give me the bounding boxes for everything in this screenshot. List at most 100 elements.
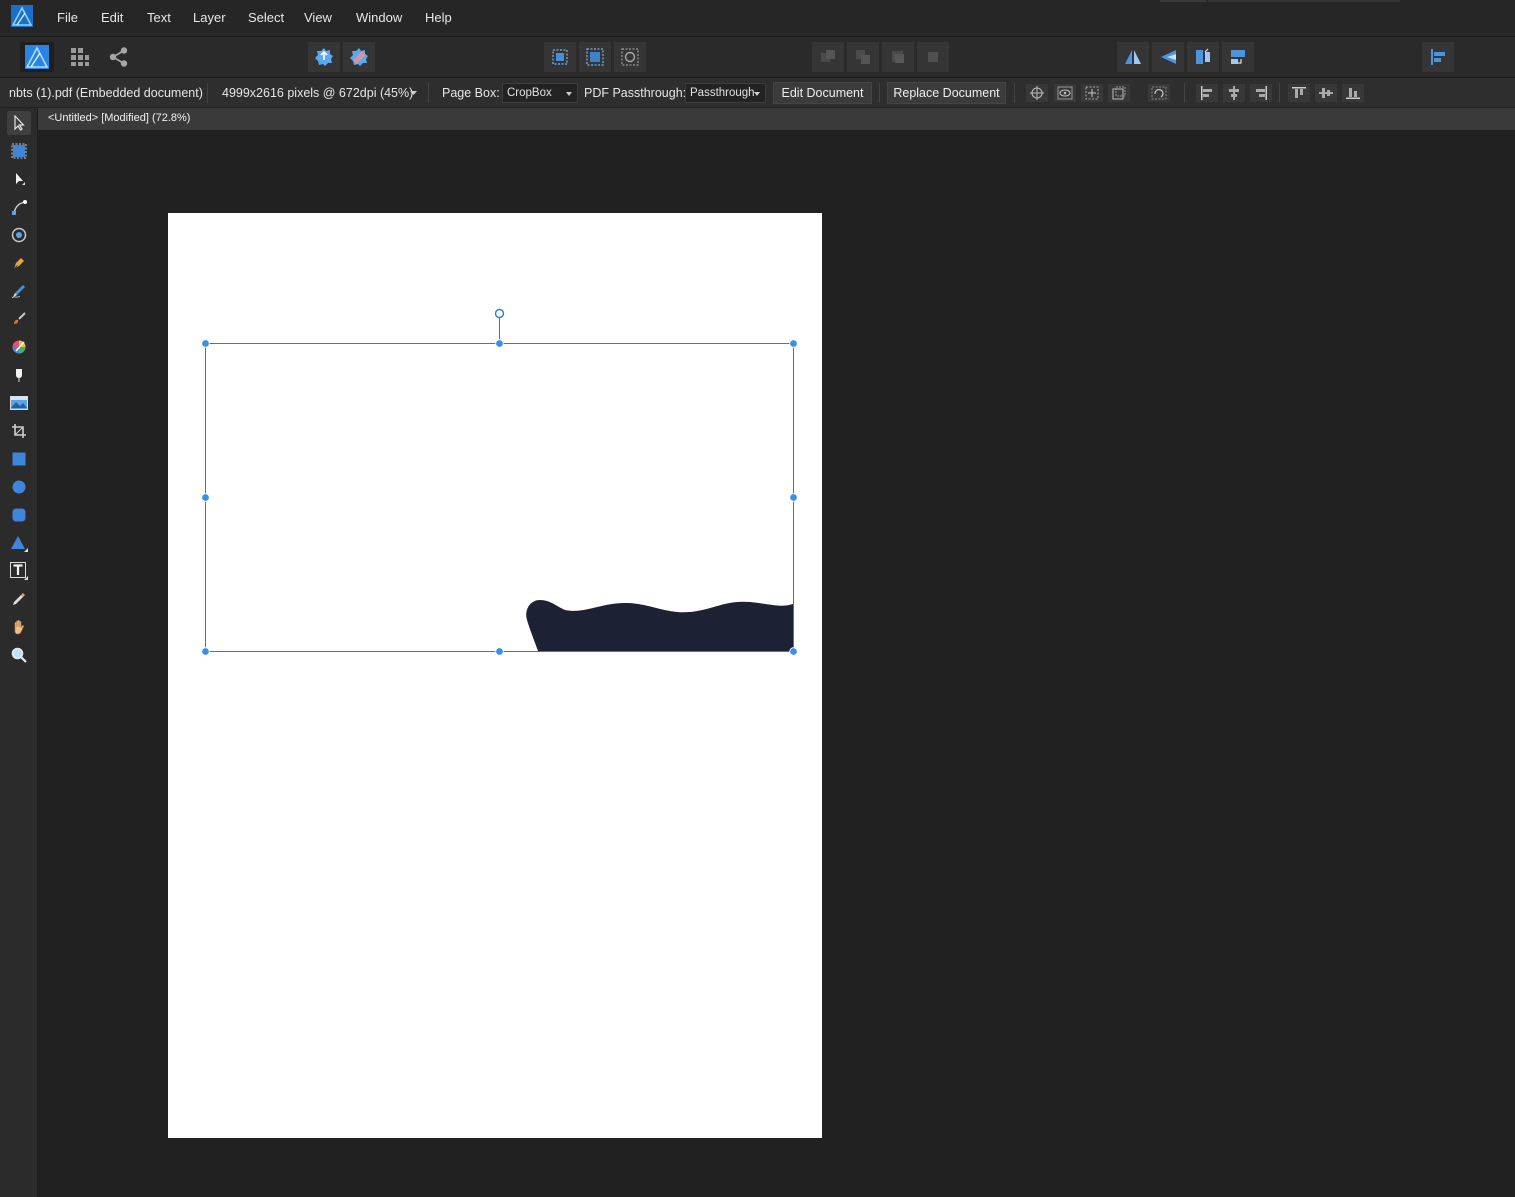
align-middle-button[interactable] — [1315, 84, 1337, 102]
color-picker-tool-icon — [13, 593, 25, 605]
export-persona-icon — [109, 47, 128, 67]
designer-persona-button[interactable] — [20, 42, 54, 72]
page-box-select[interactable]: CropBox — [502, 83, 578, 103]
menu-edit[interactable]: Edit — [101, 10, 123, 25]
context-divider — [879, 83, 880, 103]
snapping-icon — [350, 48, 368, 66]
crop-tool[interactable] — [7, 419, 31, 443]
context-divider — [1014, 83, 1015, 103]
menu-select[interactable]: Select — [248, 10, 284, 25]
flip-horizontal-button[interactable] — [1117, 42, 1149, 72]
move-front-button[interactable] — [917, 42, 949, 72]
artistic-text-tool[interactable] — [7, 559, 31, 583]
view-tool[interactable] — [7, 615, 31, 639]
point-transform-tool[interactable] — [7, 195, 31, 219]
move-back-button[interactable] — [812, 42, 844, 72]
align-middle-icon — [1319, 88, 1333, 98]
flip-vertical-icon — [1161, 50, 1176, 64]
rectangle-tool[interactable] — [7, 447, 31, 471]
hand-icon — [14, 619, 24, 635]
page-box-label: Page Box: — [442, 86, 500, 100]
menu-help[interactable]: Help — [425, 10, 452, 25]
pencil-tool-icon — [11, 285, 25, 299]
triangle-tool[interactable] — [7, 531, 31, 555]
document-page[interactable] — [168, 213, 822, 1138]
rounded-rectangle-tool[interactable] — [7, 503, 31, 527]
align-right-button[interactable] — [1250, 84, 1272, 102]
assistant-button[interactable] — [308, 42, 340, 72]
rotate-button[interactable] — [1148, 84, 1170, 102]
ellipse-tool[interactable] — [7, 475, 31, 499]
pdf-passthrough-select[interactable]: Passthrough — [685, 83, 766, 103]
insert-front-button[interactable] — [579, 42, 611, 72]
edit-document-button[interactable]: Edit Document — [773, 82, 872, 104]
pixel-persona-button[interactable] — [64, 42, 96, 72]
snapping-button[interactable] — [343, 42, 375, 72]
fill-tool[interactable] — [7, 335, 31, 359]
place-image-tool[interactable] — [7, 391, 31, 415]
export-persona-button[interactable] — [103, 42, 135, 72]
transparency-tool-icon — [16, 369, 22, 382]
show-bounding-box-button[interactable] — [1054, 84, 1076, 102]
rounded-rectangle-tool-icon — [12, 508, 26, 522]
menu-file[interactable]: File — [57, 10, 78, 25]
fill-tool-icon — [12, 340, 26, 354]
align-center-icon — [1229, 86, 1239, 100]
align-icon — [1431, 49, 1445, 65]
flip-vertical-button[interactable] — [1152, 42, 1184, 72]
move-tool[interactable] — [7, 111, 31, 135]
artboard-tool-icon — [11, 143, 27, 159]
align-bottom-button[interactable] — [1342, 84, 1364, 102]
menu-layer[interactable]: Layer — [193, 10, 226, 25]
align-center-button[interactable] — [1223, 84, 1245, 102]
node-tool[interactable] — [7, 167, 31, 191]
align-left-button[interactable] — [1196, 84, 1218, 102]
zoom-tool[interactable] — [7, 643, 31, 667]
menubar-divider — [1160, 0, 1206, 2]
assistant-icon — [315, 48, 333, 66]
align-top-icon — [1292, 87, 1306, 98]
rotate-icon — [1151, 86, 1167, 100]
rotate-left-button[interactable] — [1187, 42, 1219, 72]
color-picker-tool[interactable] — [7, 587, 31, 611]
document-tab[interactable]: <Untitled> [Modified] (72.8%) — [48, 112, 190, 124]
transform-origin-button[interactable] — [1026, 84, 1048, 102]
mesh-warp-button[interactable] — [1108, 84, 1130, 102]
menu-text[interactable]: Text — [147, 10, 171, 25]
pdf-passthrough-label: PDF Passthrough: — [584, 86, 687, 100]
align-top-button[interactable] — [1288, 84, 1310, 102]
insert-behind-icon — [552, 49, 568, 65]
move-forward-button[interactable] — [882, 42, 914, 72]
move-tool-icon — [14, 115, 25, 131]
corner-tool[interactable] — [7, 223, 31, 247]
fit-to-selection-button[interactable] — [1081, 84, 1103, 102]
chevron-down-icon — [754, 92, 760, 96]
chevron-down-icon — [566, 92, 572, 96]
eye-icon — [1057, 86, 1073, 100]
move-forward-icon — [892, 51, 904, 63]
vector-brush-tool[interactable] — [7, 307, 31, 331]
main-toolbar — [0, 36, 1515, 78]
chevron-down-icon[interactable] — [410, 91, 417, 96]
rotate-right-button[interactable] — [1222, 42, 1254, 72]
menu-window[interactable]: Window — [356, 10, 402, 25]
transparency-tool[interactable] — [7, 363, 31, 387]
pdf-passthrough-value: Passthrough — [690, 87, 755, 99]
pixel-persona-icon — [71, 48, 89, 66]
menu-view[interactable]: View — [304, 10, 332, 25]
page-box-value: CropBox — [507, 87, 552, 99]
context-toolbar: nbts (1).pdf (Embedded document) 4999x26… — [0, 78, 1515, 108]
align-right-icon — [1256, 86, 1267, 100]
pencil-tool[interactable] — [7, 279, 31, 303]
pen-tool[interactable] — [7, 251, 31, 275]
move-backward-button[interactable] — [847, 42, 879, 72]
document-dimensions-dropdown[interactable]: 4999x2616 pixels @ 672dpi (45%) — [222, 86, 413, 100]
zoom-tool-icon — [11, 647, 27, 663]
align-button[interactable] — [1422, 42, 1454, 72]
context-divider — [207, 83, 208, 103]
insert-inside-button[interactable] — [614, 42, 646, 72]
document-tab-bar: <Untitled> [Modified] (72.8%) — [38, 108, 1515, 130]
replace-document-button[interactable]: Replace Document — [887, 82, 1006, 104]
insert-behind-button[interactable] — [544, 42, 576, 72]
artboard-tool[interactable] — [7, 139, 31, 163]
